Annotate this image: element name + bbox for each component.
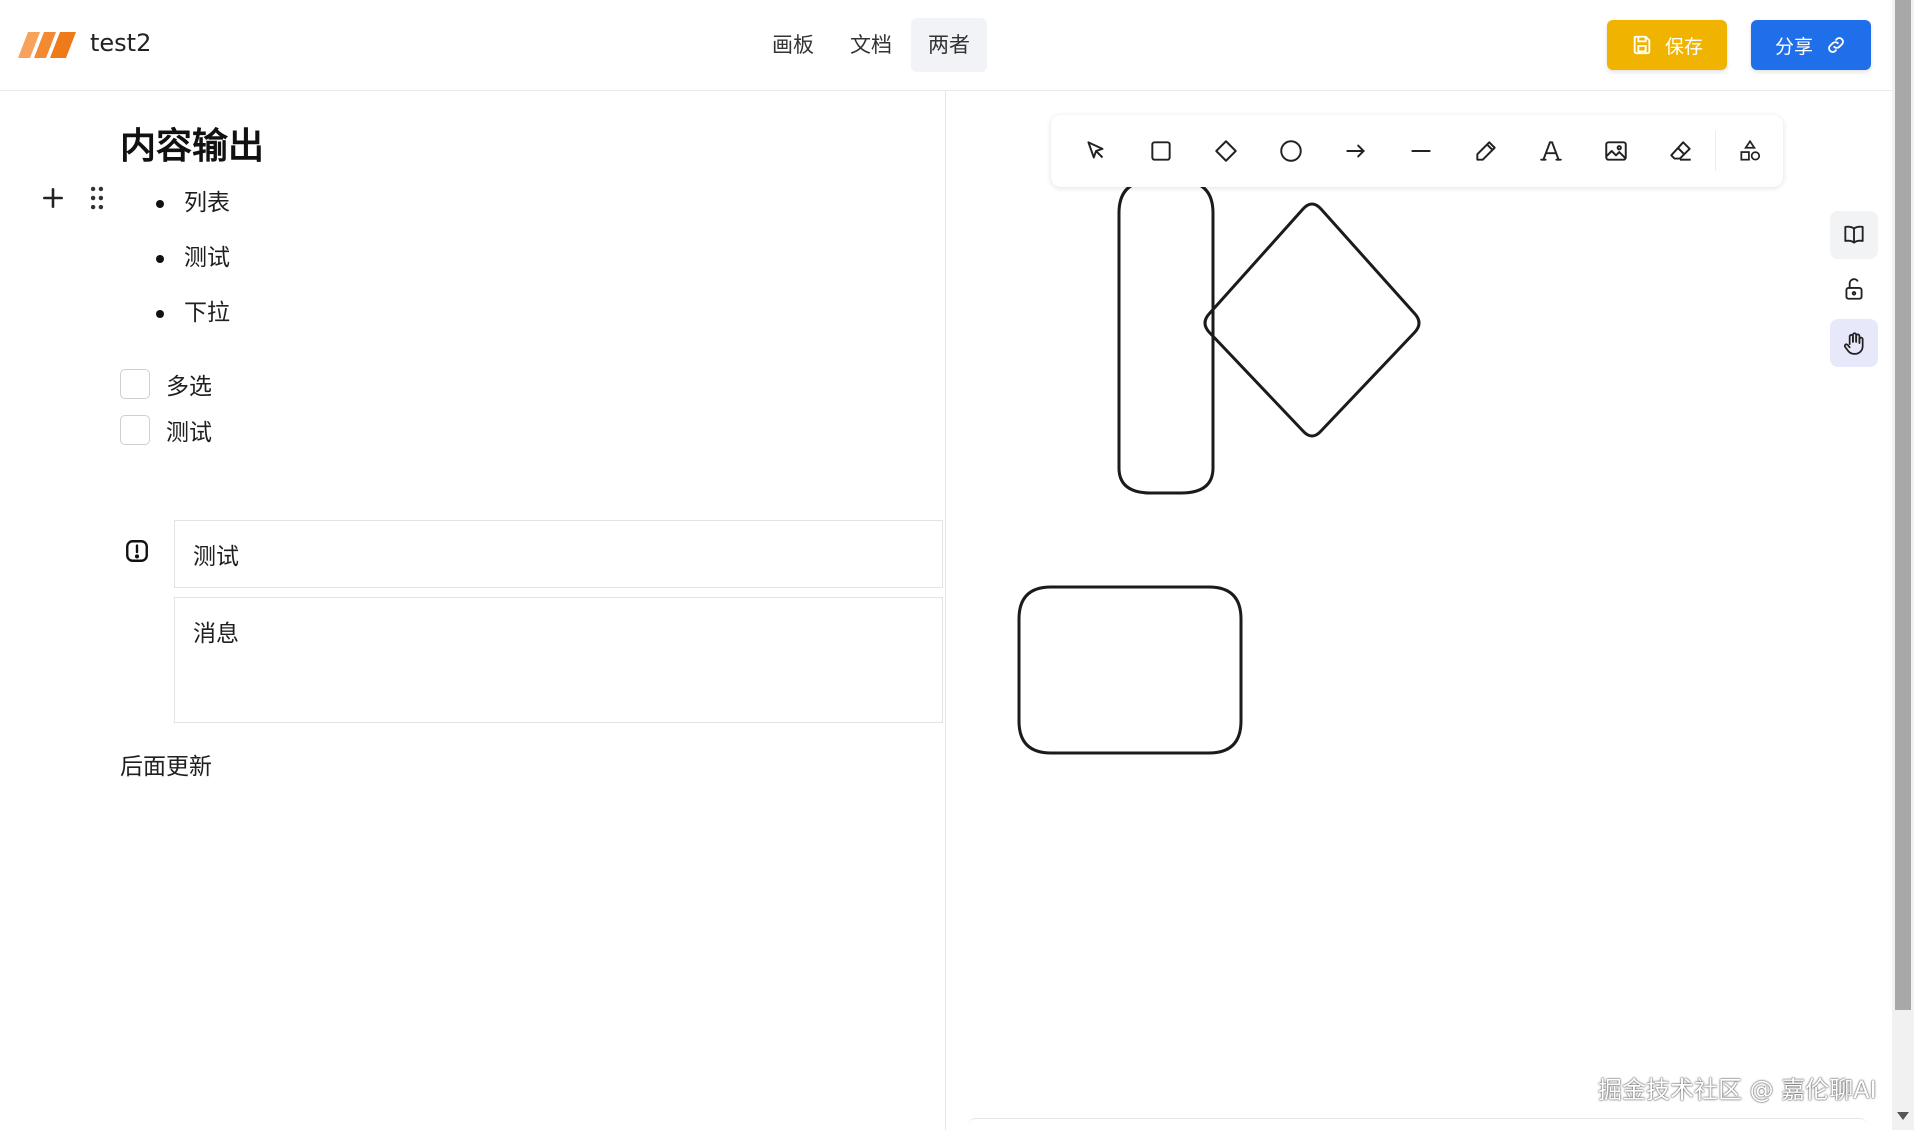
check-label[interactable]: 多选 (166, 367, 212, 401)
tab-document[interactable]: 文档 (833, 18, 909, 72)
checkbox[interactable] (120, 369, 150, 399)
tool-ellipse[interactable] (1258, 123, 1323, 179)
rectangle-icon (1150, 141, 1171, 161)
wide-rounded-rectangle[interactable] (1017, 585, 1243, 755)
top-header: test2 画板 文档 两者 保存 分享 (0, 0, 1892, 91)
page-scrollbar[interactable] (1892, 0, 1914, 1130)
diamond[interactable] (1203, 202, 1421, 438)
library-button[interactable] (1830, 211, 1878, 259)
share-button[interactable]: 分享 (1751, 20, 1871, 70)
tab-canvas[interactable]: 画板 (755, 18, 831, 72)
watermark-text: 掘金技术社区 @ 嘉伦聊AI (1598, 1076, 1877, 1104)
app-logo-icon (18, 32, 76, 58)
alert-title-field[interactable]: 测试 (174, 520, 943, 588)
pencil-icon (1475, 141, 1496, 161)
bullet-list: 列表 测试 下拉 (156, 183, 230, 348)
scrollbar-thumb[interactable] (1895, 0, 1911, 1010)
tool-image[interactable] (1583, 123, 1648, 179)
list-item[interactable]: 列表 (156, 183, 230, 238)
tab-both[interactable]: 两者 (911, 18, 987, 72)
shapes-library-icon (1740, 139, 1761, 161)
drawing-canvas[interactable] (946, 91, 1892, 1130)
doc-heading[interactable]: 内容输出 (120, 117, 264, 169)
save-icon (1633, 35, 1651, 55)
save-label: 保存 (1664, 35, 1703, 58)
save-button[interactable]: 保存 (1607, 20, 1727, 70)
paragraph-text[interactable]: 后面更新 (120, 747, 212, 781)
tool-select[interactable] (1063, 123, 1128, 179)
eraser-icon (1669, 141, 1691, 161)
tall-rounded-rectangle[interactable] (1117, 179, 1215, 495)
unlock-icon (1845, 278, 1863, 300)
tool-pencil[interactable] (1453, 123, 1518, 179)
checkbox[interactable] (120, 415, 150, 445)
scroll-down-arrow-icon[interactable] (1897, 1112, 1909, 1120)
tool-shapes-library[interactable] (1718, 123, 1783, 179)
toolbar-divider (1715, 131, 1716, 171)
diamond-icon (1214, 140, 1237, 162)
canvas-pane[interactable] (946, 91, 1892, 1130)
canvas-side-tools (1830, 211, 1880, 367)
tool-rectangle[interactable] (1128, 123, 1193, 179)
tool-line[interactable] (1388, 123, 1453, 179)
list-item[interactable]: 下拉 (156, 293, 230, 348)
ellipse-icon (1279, 140, 1302, 162)
lock-toggle-button[interactable] (1830, 265, 1878, 313)
link-icon (1828, 37, 1844, 53)
tool-eraser[interactable] (1648, 123, 1713, 179)
check-list-item: 测试 (120, 407, 212, 453)
plus-icon[interactable] (40, 185, 66, 211)
hand-tool-button[interactable] (1830, 319, 1878, 367)
document-pane: 内容输出 列表 测试 下拉 多选 测试 测试 消息 后面更新 (0, 91, 946, 1130)
image-icon (1604, 141, 1627, 161)
canvas-bottom-edge (968, 1118, 1868, 1131)
library-book-icon (1844, 225, 1864, 244)
tool-text[interactable] (1518, 123, 1583, 179)
block-controls (40, 185, 106, 211)
list-item[interactable]: 测试 (156, 238, 230, 293)
document-title: test2 (90, 29, 152, 57)
check-list-item: 多选 (120, 361, 212, 407)
hand-icon (1843, 332, 1864, 355)
alert-icon[interactable] (124, 538, 150, 564)
check-list: 多选 测试 (120, 361, 212, 453)
line-icon (1410, 150, 1431, 152)
alert-message-field[interactable]: 消息 (174, 597, 943, 723)
text-icon (1539, 141, 1562, 161)
select-icon (1086, 141, 1103, 159)
share-label: 分享 (1774, 35, 1813, 58)
drawing-toolbar (1051, 115, 1783, 187)
drag-handle-icon[interactable] (88, 185, 106, 211)
check-label[interactable]: 测试 (166, 413, 212, 447)
view-mode-tabs: 画板 文档 两者 (755, 18, 987, 72)
tool-arrow[interactable] (1323, 123, 1388, 179)
arrow-icon (1345, 144, 1365, 158)
tool-diamond[interactable] (1193, 123, 1258, 179)
